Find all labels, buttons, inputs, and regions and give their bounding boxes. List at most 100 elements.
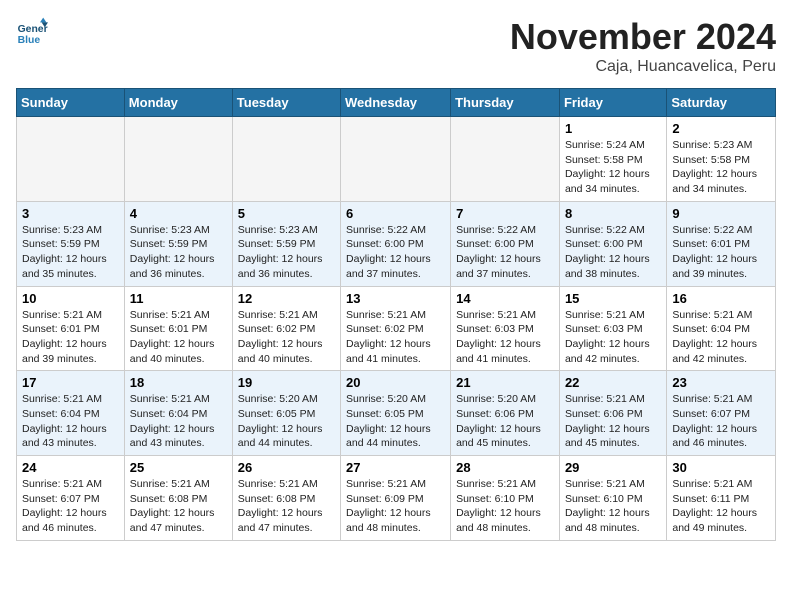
day-number: 6 xyxy=(346,206,445,221)
day-cell: 9Sunrise: 5:22 AM Sunset: 6:01 PM Daylig… xyxy=(667,201,776,286)
day-cell xyxy=(451,117,560,202)
week-row-3: 10 Sunrise: 5:21 AM Sunset: 6:01 PM Dayli… xyxy=(17,286,776,371)
day-cell xyxy=(124,117,232,202)
day-cell: 6 Sunrise: 5:22 AM Sunset: 6:00 PM Daylig… xyxy=(341,201,451,286)
day-cell: 7 Sunrise: 5:22 AM Sunset: 6:00 PM Daylig… xyxy=(451,201,560,286)
day-number: 19 xyxy=(238,375,335,390)
day-cell: 18 Sunrise: 5:21 AM Sunset: 6:04 PM Dayli… xyxy=(124,371,232,456)
day-number: 2 xyxy=(672,121,770,136)
calendar-body: 1Sunrise: 5:24 AM Sunset: 5:58 PM Daylig… xyxy=(17,117,776,541)
day-cell xyxy=(232,117,340,202)
day-cell: 3 Sunrise: 5:23 AM Sunset: 5:59 PM Daylig… xyxy=(17,201,125,286)
day-info: Sunrise: 5:21 AM Sunset: 6:04 PM Dayligh… xyxy=(130,392,227,451)
day-cell: 27 Sunrise: 5:21 AM Sunset: 6:09 PM Dayli… xyxy=(341,456,451,541)
weekday-header: SundayMondayTuesdayWednesdayThursdayFrid… xyxy=(17,89,776,117)
day-cell: 14Sunrise: 5:21 AM Sunset: 6:03 PM Dayli… xyxy=(451,286,560,371)
day-cell: 10 Sunrise: 5:21 AM Sunset: 6:01 PM Dayli… xyxy=(17,286,125,371)
day-number: 26 xyxy=(238,460,335,475)
weekday-saturday: Saturday xyxy=(667,89,776,117)
day-info: Sunrise: 5:24 AM Sunset: 5:58 PM Dayligh… xyxy=(565,138,661,197)
day-cell: 11 Sunrise: 5:21 AM Sunset: 6:01 PM Dayli… xyxy=(124,286,232,371)
weekday-friday: Friday xyxy=(559,89,666,117)
day-info: Sunrise: 5:21 AM Sunset: 6:02 PM Dayligh… xyxy=(238,308,335,367)
header: General Blue November 2024 Caja, Huancav… xyxy=(16,16,776,76)
logo: General Blue xyxy=(16,16,48,48)
calendar-table: SundayMondayTuesdayWednesdayThursdayFrid… xyxy=(16,88,776,541)
day-info: Sunrise: 5:20 AM Sunset: 6:06 PM Dayligh… xyxy=(456,392,554,451)
day-cell: 23Sunrise: 5:21 AM Sunset: 6:07 PM Dayli… xyxy=(667,371,776,456)
day-cell: 19 Sunrise: 5:20 AM Sunset: 6:05 PM Dayli… xyxy=(232,371,340,456)
logo-icon: General Blue xyxy=(16,16,48,48)
weekday-thursday: Thursday xyxy=(451,89,560,117)
weekday-tuesday: Tuesday xyxy=(232,89,340,117)
day-cell: 2Sunrise: 5:23 AM Sunset: 5:58 PM Daylig… xyxy=(667,117,776,202)
week-row-5: 24Sunrise: 5:21 AM Sunset: 6:07 PM Dayli… xyxy=(17,456,776,541)
day-number: 21 xyxy=(456,375,554,390)
svg-text:General: General xyxy=(18,24,48,35)
day-info: Sunrise: 5:21 AM Sunset: 6:07 PM Dayligh… xyxy=(672,392,770,451)
day-number: 27 xyxy=(346,460,445,475)
day-info: Sunrise: 5:22 AM Sunset: 6:00 PM Dayligh… xyxy=(565,223,661,282)
day-info: Sunrise: 5:21 AM Sunset: 6:01 PM Dayligh… xyxy=(130,308,227,367)
day-cell: 8 Sunrise: 5:22 AM Sunset: 6:00 PM Daylig… xyxy=(559,201,666,286)
day-cell: 24Sunrise: 5:21 AM Sunset: 6:07 PM Dayli… xyxy=(17,456,125,541)
day-number: 14 xyxy=(456,291,554,306)
day-cell: 16Sunrise: 5:21 AM Sunset: 6:04 PM Dayli… xyxy=(667,286,776,371)
svg-text:Blue: Blue xyxy=(18,35,41,46)
day-number: 29 xyxy=(565,460,661,475)
week-row-1: 1Sunrise: 5:24 AM Sunset: 5:58 PM Daylig… xyxy=(17,117,776,202)
day-cell xyxy=(341,117,451,202)
day-cell: 17Sunrise: 5:21 AM Sunset: 6:04 PM Dayli… xyxy=(17,371,125,456)
day-number: 12 xyxy=(238,291,335,306)
day-cell: 29 Sunrise: 5:21 AM Sunset: 6:10 PM Dayli… xyxy=(559,456,666,541)
week-row-4: 17 Sunrise: 5:21 AM Sunset: 6:04 PM Dayli… xyxy=(17,371,776,456)
weekday-sunday: Sunday xyxy=(17,89,125,117)
day-number: 15 xyxy=(565,291,661,306)
day-cell: 15 Sunrise: 5:21 AM Sunset: 6:03 PM Dayli… xyxy=(559,286,666,371)
day-cell xyxy=(17,117,125,202)
location-title: Caja, Huancavelica, Peru xyxy=(510,58,776,76)
month-title: November 2024 xyxy=(510,16,776,58)
day-number: 8 xyxy=(565,206,661,221)
day-number: 9 xyxy=(672,206,770,221)
day-number: 25 xyxy=(130,460,227,475)
day-number: 18 xyxy=(130,375,227,390)
day-info: Sunrise: 5:21 AM Sunset: 6:10 PM Dayligh… xyxy=(565,477,661,536)
day-cell: 12 Sunrise: 5:21 AM Sunset: 6:02 PM Dayli… xyxy=(232,286,340,371)
day-info: Sunrise: 5:21 AM Sunset: 6:08 PM Dayligh… xyxy=(238,477,335,536)
day-info: Sunrise: 5:21 AM Sunset: 6:03 PM Dayligh… xyxy=(565,308,661,367)
day-number: 22 xyxy=(565,375,661,390)
day-info: Sunrise: 5:22 AM Sunset: 6:00 PM Dayligh… xyxy=(456,223,554,282)
title-area: November 2024 Caja, Huancavelica, Peru xyxy=(510,16,776,76)
day-number: 28 xyxy=(456,460,554,475)
day-info: Sunrise: 5:21 AM Sunset: 6:08 PM Dayligh… xyxy=(130,477,227,536)
day-info: Sunrise: 5:22 AM Sunset: 6:00 PM Dayligh… xyxy=(346,223,445,282)
day-info: Sunrise: 5:23 AM Sunset: 5:59 PM Dayligh… xyxy=(22,223,119,282)
day-info: Sunrise: 5:21 AM Sunset: 6:09 PM Dayligh… xyxy=(346,477,445,536)
day-number: 10 xyxy=(22,291,119,306)
day-number: 17 xyxy=(22,375,119,390)
day-cell: 25 Sunrise: 5:21 AM Sunset: 6:08 PM Dayli… xyxy=(124,456,232,541)
day-number: 16 xyxy=(672,291,770,306)
day-info: Sunrise: 5:23 AM Sunset: 5:59 PM Dayligh… xyxy=(130,223,227,282)
day-cell: 1Sunrise: 5:24 AM Sunset: 5:58 PM Daylig… xyxy=(559,117,666,202)
day-info: Sunrise: 5:20 AM Sunset: 6:05 PM Dayligh… xyxy=(238,392,335,451)
day-info: Sunrise: 5:21 AM Sunset: 6:10 PM Dayligh… xyxy=(456,477,554,536)
day-cell: 21 Sunrise: 5:20 AM Sunset: 6:06 PM Dayli… xyxy=(451,371,560,456)
day-info: Sunrise: 5:21 AM Sunset: 6:01 PM Dayligh… xyxy=(22,308,119,367)
day-info: Sunrise: 5:21 AM Sunset: 6:06 PM Dayligh… xyxy=(565,392,661,451)
day-cell: 28 Sunrise: 5:21 AM Sunset: 6:10 PM Dayli… xyxy=(451,456,560,541)
day-cell: 13Sunrise: 5:21 AM Sunset: 6:02 PM Dayli… xyxy=(341,286,451,371)
day-number: 4 xyxy=(130,206,227,221)
day-number: 7 xyxy=(456,206,554,221)
day-cell: 30 Sunrise: 5:21 AM Sunset: 6:11 PM Dayli… xyxy=(667,456,776,541)
day-number: 30 xyxy=(672,460,770,475)
day-cell: 20Sunrise: 5:20 AM Sunset: 6:05 PM Dayli… xyxy=(341,371,451,456)
day-info: Sunrise: 5:23 AM Sunset: 5:59 PM Dayligh… xyxy=(238,223,335,282)
day-number: 11 xyxy=(130,291,227,306)
day-info: Sunrise: 5:21 AM Sunset: 6:11 PM Dayligh… xyxy=(672,477,770,536)
day-cell: 4 Sunrise: 5:23 AM Sunset: 5:59 PM Daylig… xyxy=(124,201,232,286)
day-number: 24 xyxy=(22,460,119,475)
day-number: 3 xyxy=(22,206,119,221)
day-number: 13 xyxy=(346,291,445,306)
